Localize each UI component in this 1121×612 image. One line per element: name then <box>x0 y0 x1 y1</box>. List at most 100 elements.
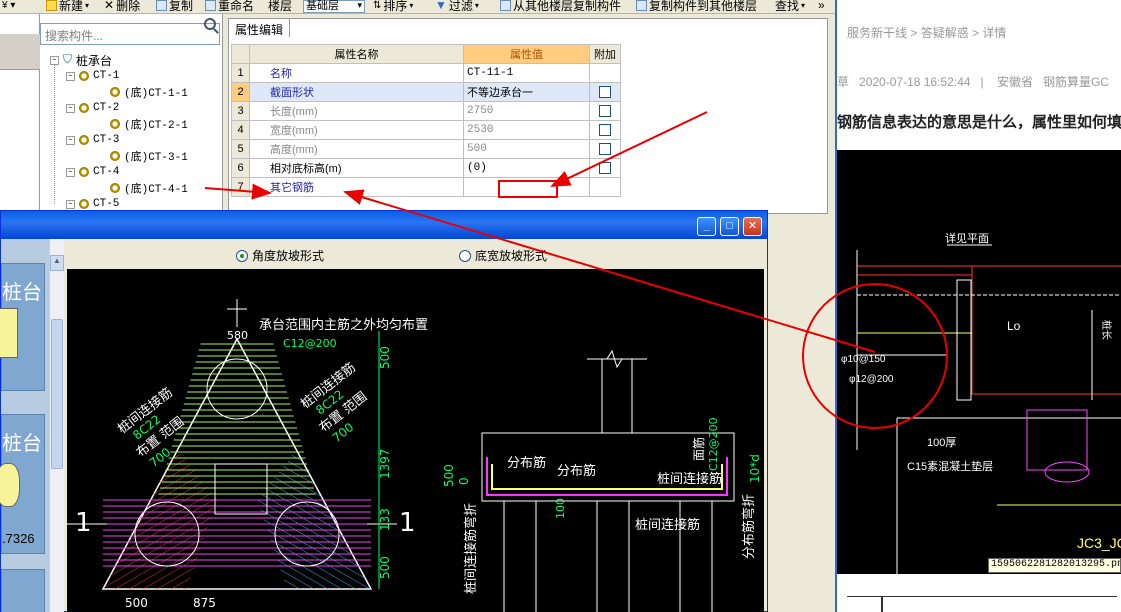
extra-checkbox[interactable] <box>599 124 611 137</box>
scroll-up-icon[interactable]: ▲ <box>50 255 64 271</box>
component-icon <box>79 71 89 81</box>
extra-checkbox[interactable] <box>599 143 611 156</box>
radio-angle-slope[interactable]: 角度放坡形式 <box>236 247 324 264</box>
radio-checked-icon <box>236 249 248 262</box>
article-cad-label: JC3_JC <box>1077 535 1121 551</box>
thumb-3[interactable] <box>1 569 45 612</box>
thumb-2[interactable]: 桩台 .7326 <box>0 414 45 554</box>
sort-icon: ⇅ <box>373 0 382 11</box>
copy-button[interactable]: 复制 <box>156 0 193 13</box>
extra-checkbox[interactable] <box>599 86 611 99</box>
tree-item-ct1-1[interactable]: (底)CT-1-1 <box>110 84 188 100</box>
floor-select[interactable]: 基础层 <box>303 0 365 13</box>
article-bottom <box>837 574 1121 612</box>
article-cad-label: 详见平面 <box>945 231 989 245</box>
toolbar-overflow[interactable]: » <box>818 0 825 13</box>
copy-to-floor-button[interactable]: 复制构件到其他楼层 <box>636 0 757 13</box>
breadcrumb-link[interactable]: 服务新干线 <box>847 26 907 40</box>
cad-section-label: 桩间连接筋弯折 <box>463 503 479 594</box>
cad-dim: 0 <box>457 477 471 485</box>
table-row[interactable]: 4 宽度(mm) 2530 <box>231 120 621 140</box>
article-meta: 草 2020-07-18 16:52:44 | 安徽省 钢筋算量GC <box>837 75 1109 89</box>
tree-item-ct2[interactable]: - CT-2 <box>66 100 119 116</box>
find-button[interactable]: 查找 ▾ <box>775 0 805 13</box>
pile-cap-icon: ⛉ <box>63 53 73 67</box>
article-cad-canvas: 详见平面 φ10@150 φ12@200 Lo 100厚 C15素混凝土垫层 J… <box>841 231 1121 574</box>
table-row[interactable]: 3 长度(mm) 2750 <box>231 101 621 121</box>
close-icon[interactable]: ✕ <box>743 217 762 236</box>
new-button[interactable]: 新建 ▾ <box>46 0 89 13</box>
dialog-scrollbar[interactable]: ▲ <box>49 239 64 612</box>
table-row[interactable]: 7 其它钢筋 <box>231 177 621 197</box>
article-cad-label: Lo <box>1007 319 1021 333</box>
cad-dim: 1397 <box>378 448 392 479</box>
component-icon <box>79 199 89 209</box>
delete-button[interactable]: ✕ 删除 <box>104 0 140 13</box>
table-row[interactable]: 5 高度(mm) 500 <box>231 139 621 159</box>
copy-icon <box>156 0 167 11</box>
tree-item-ct3-1[interactable]: (底)CT-3-1 <box>110 148 188 164</box>
search-icon[interactable] <box>204 18 216 30</box>
article-header: 服务新干线 > 答疑解惑 > 详情 <box>837 0 1121 52</box>
tab-property-edit[interactable]: 属性编辑 <box>228 18 291 37</box>
cad-section-label: 桩间连接筋 <box>657 471 722 487</box>
article-window: 服务新干线 > 答疑解惑 > 详情 草 2020-07-18 16:52:44 … <box>835 0 1121 612</box>
radio-width-slope[interactable]: 底宽放坡形式 <box>459 247 547 264</box>
cad-rebar-label: C12@200 <box>283 337 337 350</box>
copy-from-floor-button[interactable]: 从其他楼层复制构件 <box>500 0 621 13</box>
cad-section-label: 分布筋 <box>557 463 596 479</box>
main-toolbar: ¥ ▾ 新建▾ ✕删除 复制 重命名 楼层 基础层 ⇅排序▾ ▼过滤▾ 从其他楼… <box>0 0 835 14</box>
tree-item-ct4[interactable]: - CT-4 <box>66 164 119 180</box>
thumb-1[interactable]: 桩台 <box>0 263 45 391</box>
cad-dim: 10*d <box>748 454 762 483</box>
maximize-icon[interactable]: □ <box>720 217 739 236</box>
minimize-icon[interactable]: _ <box>697 217 716 236</box>
article-region: 安徽省 <box>996 75 1033 89</box>
rename-button[interactable]: 重命名 <box>205 0 254 13</box>
image-file-tooltip: 1595062281282013295.pn <box>988 558 1121 573</box>
cad-section-label: 分布筋弯折 <box>741 494 757 559</box>
filter-button[interactable]: ▼ 过滤 ▾ <box>435 0 479 13</box>
component-icon <box>79 167 89 177</box>
article-tag[interactable]: 钢筋算量GC <box>1043 75 1109 89</box>
col-header-value: 属性值 <box>463 44 590 64</box>
name-value-cell[interactable]: CT-11-1 <box>463 63 590 83</box>
tree-item-ct1[interactable]: - CT-1 <box>66 68 119 84</box>
cad-section-mark: 1 <box>75 508 92 538</box>
left-side-header <box>0 34 40 70</box>
article-cad-label: 100厚 <box>927 436 956 449</box>
grid-corner <box>231 44 250 64</box>
extra-checkbox[interactable] <box>599 105 611 118</box>
component-tree-panel: 搜索构件... - ⛉ 桩承台 - CT-1 (底)CT-1-1 - CT-2 (底)C… <box>40 14 223 214</box>
article-cad-image[interactable]: 详见平面 φ10@150 φ12@200 Lo 100厚 C15素混凝土垫层 J… <box>837 150 1121 574</box>
cad-section-label: 分布筋 <box>507 455 546 471</box>
section-dialog: _ □ ✕ 桩台 桩台 .7326 ▲ 角度放坡形式 底宽放坡形式 承台范围内主… <box>0 210 768 612</box>
floor-label: 楼层 <box>268 0 293 13</box>
scroll-thumb[interactable] <box>51 319 63 469</box>
table-row[interactable]: 1 名称 CT-11-1 <box>231 63 621 83</box>
cad-rebar-label: C12@200 <box>707 417 720 471</box>
rename-icon <box>205 0 216 11</box>
breadcrumb-link[interactable]: 答疑解惑 <box>921 26 969 40</box>
tree-item-ct2-1[interactable]: (底)CT-2-1 <box>110 116 188 132</box>
cad-section-mark: 1 <box>399 508 416 538</box>
table-row[interactable]: 2 截面形状 不等边承台一 <box>231 82 621 102</box>
extra-checkbox[interactable] <box>599 162 611 175</box>
tree-root[interactable]: - ⛉ 桩承台 <box>50 52 112 68</box>
tree-item-ct4-1[interactable]: (底)CT-4-1 <box>110 180 188 196</box>
cad-drawing: 承台范围内主筋之外均匀布置 C12@200 580 桩间连接筋 8C22 布置 … <box>67 269 764 612</box>
col-header-name: 属性名称 <box>249 44 464 64</box>
cad-dim: 580 <box>227 329 248 342</box>
copy-from-floor-icon <box>500 0 511 11</box>
radio-unchecked-icon <box>459 249 471 262</box>
slope-mode-bar: 角度放坡形式 底宽放坡形式 <box>64 239 764 269</box>
article-title: 钢筋信息表达的意思是什么，属性里如何填 <box>837 114 1121 131</box>
breadcrumb: 服务新干线 > 答疑解惑 > 详情 <box>847 26 1007 40</box>
tb-arrow[interactable]: ¥ ▾ <box>2 0 15 13</box>
property-grid: 属性名称 属性值 附加 1 名称 CT-11-1 2 截面形状 不等边承台一 3… <box>231 44 621 197</box>
search-input[interactable]: 搜索构件... <box>40 23 220 45</box>
sort-button[interactable]: ⇅ 排序 ▾ <box>373 0 413 13</box>
dialog-titlebar[interactable]: _ □ ✕ <box>1 211 767 239</box>
tree-item-ct3[interactable]: - CT-3 <box>66 132 119 148</box>
table-row[interactable]: 6 相对底标高(m) (0) <box>231 158 621 178</box>
